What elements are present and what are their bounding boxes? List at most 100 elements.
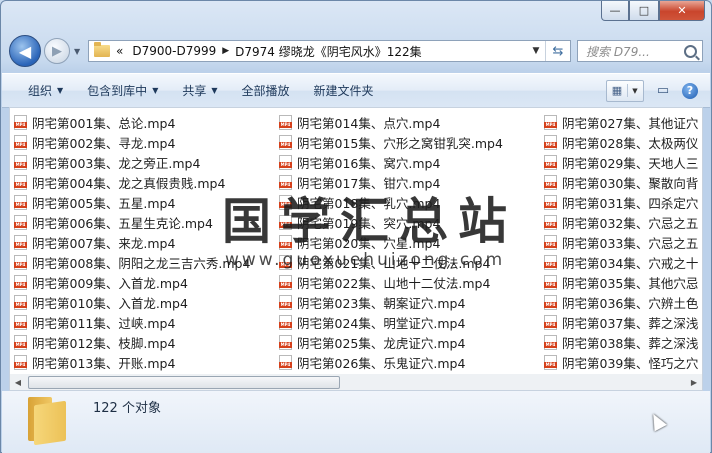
file-item[interactable]: 阴宅第010集、入首龙.mp4 (14, 292, 250, 312)
breadcrumb-item-current[interactable]: D7974 缪晓龙《阴宅风水》122集 (235, 43, 422, 60)
file-item[interactable]: 阴宅第015集、穴形之窝钳乳突.mp4 (279, 132, 503, 152)
file-item[interactable]: 阴宅第038集、葬之深浅 (544, 332, 698, 352)
file-item[interactable]: 阴宅第013集、开账.mp4 (14, 352, 250, 372)
mp4-file-icon (544, 234, 557, 250)
share-menu[interactable]: 共享 ▼ (170, 74, 229, 107)
scroll-left-icon[interactable]: ◀ (10, 378, 26, 387)
file-item[interactable]: 阴宅第034集、穴戒之十 (544, 252, 698, 272)
file-name: 阴宅第004集、龙之真假贵贱.mp4 (32, 175, 226, 191)
mp4-file-icon (544, 194, 557, 210)
dropdown-arrow-icon: ▼ (211, 86, 218, 95)
include-library-label: 包含到库中 (87, 84, 148, 98)
help-icon[interactable]: ? (682, 82, 698, 99)
mp4-file-icon (544, 334, 557, 350)
file-item[interactable]: 阴宅第001集、总论.mp4 (14, 112, 250, 132)
item-count: 122 个对象 (93, 401, 161, 416)
forward-arrow-icon: ▶ (52, 43, 62, 59)
refresh-icon[interactable]: ⇆ (545, 41, 570, 61)
file-item[interactable]: 阴宅第014集、点穴.mp4 (279, 112, 503, 132)
back-button[interactable]: ◀ (9, 35, 41, 67)
change-view-button[interactable]: ▦ ▼ (606, 79, 644, 102)
dropdown-arrow-icon: ▼ (152, 86, 159, 95)
minimize-button[interactable]: — (601, 1, 629, 21)
file-item[interactable]: 阴宅第003集、龙之旁正.mp4 (14, 152, 250, 172)
preview-pane-icon[interactable]: ▭ (652, 80, 674, 102)
file-name: 阴宅第033集、穴忌之五 (562, 235, 699, 251)
explorer-window: — □ ✕ ◀ ▶ ▼ « D7900-D7999 ▶ D7974 缪晓龙《阴宅… (0, 0, 712, 453)
file-item[interactable]: 阴宅第026集、乐鬼证穴.mp4 (279, 352, 503, 372)
watermark-url: www.guoxuehuizong.com (225, 250, 506, 270)
file-item[interactable]: 阴宅第027集、其他证穴 (544, 112, 698, 132)
dropdown-arrow-icon: ▼ (57, 86, 64, 95)
include-in-library-menu[interactable]: 包含到库中 ▼ (75, 74, 170, 107)
file-item[interactable]: 阴宅第033集、穴忌之五 (544, 232, 698, 252)
file-name: 阴宅第037集、葬之深浅 (562, 315, 699, 331)
file-item[interactable]: 阴宅第012集、枝脚.mp4 (14, 332, 250, 352)
organize-menu[interactable]: 组织 ▼ (2, 74, 75, 107)
file-name: 阴宅第030集、聚散向背 (562, 175, 699, 191)
play-all-button[interactable]: 全部播放 (230, 74, 302, 107)
search-input[interactable]: 搜索 D79... (577, 40, 703, 62)
breadcrumb-item-parent[interactable]: D7900-D7999 (132, 44, 216, 58)
maximize-button[interactable]: □ (629, 1, 659, 21)
mp4-file-icon (14, 134, 27, 150)
breadcrumb-separator-icon[interactable]: ▶ (222, 46, 229, 56)
file-name: 阴宅第009集、入首龙.mp4 (32, 275, 188, 291)
organize-label: 组织 (28, 84, 53, 98)
search-placeholder: 搜索 D79... (586, 44, 650, 59)
address-bar[interactable]: « D7900-D7999 ▶ D7974 缪晓龙《阴宅风水》122集 ▼ ⇆ (88, 40, 571, 62)
mp4-file-icon (14, 234, 27, 250)
file-item[interactable]: 阴宅第008集、阴阳之龙三吉六秀.mp4 (14, 252, 250, 272)
mp4-file-icon (14, 274, 27, 290)
file-item[interactable]: 阴宅第005集、五星.mp4 (14, 192, 250, 212)
file-item[interactable]: 阴宅第037集、葬之深浅 (544, 312, 698, 332)
file-item[interactable]: 阴宅第032集、穴忌之五 (544, 212, 698, 232)
forward-button[interactable]: ▶ (44, 38, 70, 64)
horizontal-scrollbar[interactable]: ◀ ▶ (9, 374, 703, 391)
search-icon[interactable] (684, 44, 697, 58)
file-item[interactable]: 阴宅第039集、怪巧之穴 (544, 352, 698, 372)
folder-icon (94, 42, 110, 57)
mp4-file-icon (279, 334, 292, 350)
view-dropdown-arrow-icon[interactable]: ▼ (628, 87, 642, 95)
breadcrumb-overflow[interactable]: « (116, 44, 123, 58)
mp4-file-icon (14, 174, 27, 190)
file-name: 阴宅第039集、怪巧之穴 (562, 355, 699, 371)
mp4-file-icon (544, 274, 557, 290)
scrollbar-thumb[interactable] (28, 375, 340, 389)
file-name: 阴宅第001集、总论.mp4 (32, 115, 176, 131)
command-bar: 组织 ▼ 包含到库中 ▼ 共享 ▼ 全部播放 新建文件夹 ▦ ▼ ▭ ? (2, 73, 710, 108)
mp4-file-icon (14, 154, 27, 170)
file-item[interactable]: 阴宅第002集、寻龙.mp4 (14, 132, 250, 152)
new-folder-button[interactable]: 新建文件夹 (302, 74, 386, 107)
scroll-right-icon[interactable]: ▶ (686, 378, 702, 387)
file-item[interactable]: 阴宅第035集、其他穴忌 (544, 272, 698, 292)
file-item[interactable]: 阴宅第011集、过峡.mp4 (14, 312, 250, 332)
file-item[interactable]: 阴宅第030集、聚散向背 (544, 172, 698, 192)
file-item[interactable]: 阴宅第022集、山地十二仗法.mp4 (279, 272, 503, 292)
file-item[interactable]: 阴宅第028集、太极两仪 (544, 132, 698, 152)
file-item[interactable]: 阴宅第029集、天地人三 (544, 152, 698, 172)
close-button[interactable]: ✕ (659, 1, 705, 21)
file-name: 阴宅第008集、阴阳之龙三吉六秀.mp4 (32, 255, 251, 271)
mp4-file-icon (544, 314, 557, 330)
mp4-file-icon (544, 114, 557, 130)
file-item[interactable]: 阴宅第036集、穴辨土色 (544, 292, 698, 312)
file-item[interactable]: 阴宅第031集、四杀定穴 (544, 192, 698, 212)
address-history-chevron-icon[interactable]: ▼ (527, 46, 545, 56)
watermark-title: 国学汇总站 (222, 193, 518, 250)
file-item[interactable]: 阴宅第006集、五星生克论.mp4 (14, 212, 250, 232)
file-item[interactable]: 阴宅第004集、龙之真假贵贱.mp4 (14, 172, 250, 192)
file-item[interactable]: 阴宅第009集、入首龙.mp4 (14, 272, 250, 292)
mp4-file-icon (14, 214, 27, 230)
mp4-file-icon (14, 314, 27, 330)
recent-pages-dropdown[interactable]: ▼ (74, 47, 84, 56)
file-item[interactable]: 阴宅第023集、朝案证穴.mp4 (279, 292, 503, 312)
mp4-file-icon (544, 254, 557, 270)
file-item[interactable]: 阴宅第007集、来龙.mp4 (14, 232, 250, 252)
file-item[interactable]: 阴宅第025集、龙虎证穴.mp4 (279, 332, 503, 352)
file-item[interactable]: 阴宅第016集、窝穴.mp4 (279, 152, 503, 172)
file-item[interactable]: 阴宅第024集、明堂证穴.mp4 (279, 312, 503, 332)
mp4-file-icon (279, 294, 292, 310)
mp4-file-icon (544, 294, 557, 310)
